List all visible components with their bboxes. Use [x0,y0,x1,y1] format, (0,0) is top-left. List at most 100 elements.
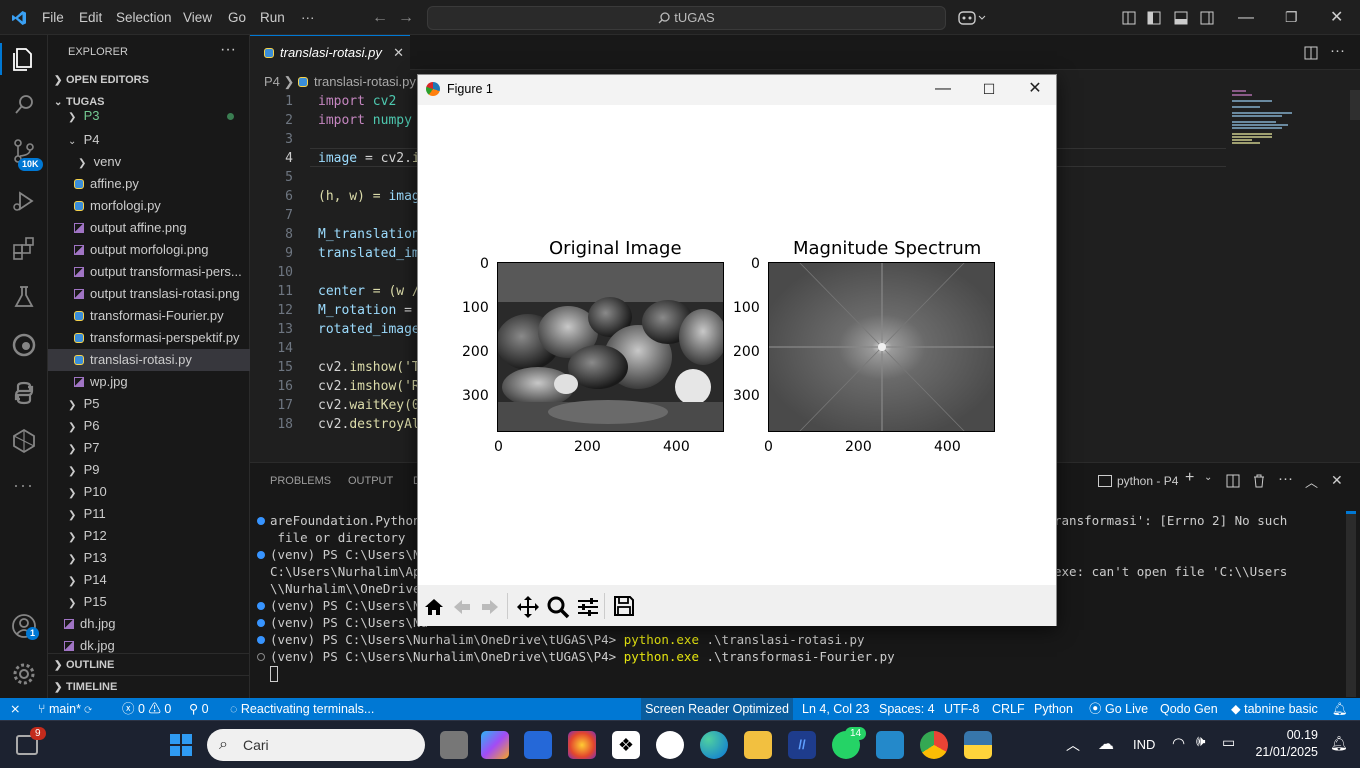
screen-reader-mode[interactable]: Screen Reader Optimized [641,698,793,720]
forward-icon[interactable] [480,597,500,617]
edge-icon[interactable] [700,731,728,759]
tree-item-p4[interactable]: ⌄ P4 [48,129,250,151]
battery-icon[interactable]: ▭ [1222,734,1235,751]
qodo-gen[interactable]: Qodo Gen [1160,698,1218,720]
save-icon[interactable] [613,595,635,617]
chrome-icon[interactable] [920,731,948,759]
language-indicator[interactable]: IND [1133,737,1155,752]
maximize-panel-icon[interactable]: ︿ [1305,472,1318,491]
trash-icon[interactable] [1252,474,1266,488]
open-editors-header[interactable]: ❯ OPEN EDITORS [48,69,250,91]
close-panel-icon[interactable]: ✕ [1331,472,1343,489]
tree-item-wp-jpg[interactable]: wp.jpg [48,371,250,393]
customize-layout-icon[interactable] [1122,11,1136,25]
edge-devtools-icon[interactable] [8,329,40,361]
home-icon[interactable] [424,597,444,617]
configure-subplots-icon[interactable] [576,595,600,619]
menu-view[interactable]: View [183,0,212,35]
tree-item-transformasi-fourier[interactable]: transformasi-Fourier.py [48,305,250,327]
menu-edit[interactable]: Edit [79,0,102,35]
tree-item-p10[interactable]: ❯ P10 [48,481,250,503]
explorer-more-icon[interactable]: ··· [220,41,236,59]
tree-item-p11[interactable]: ❯ P11 [48,503,250,525]
soccer-app-icon[interactable] [656,731,684,759]
copilot-app-icon[interactable] [481,731,509,759]
panel-more-icon[interactable]: ··· [1278,470,1293,487]
tree-item-output-transformasi[interactable]: output transformasi-pers... [48,261,250,283]
copilot-icon[interactable] [958,10,988,26]
new-terminal-icon[interactable]: + [1185,469,1194,487]
firefox-icon[interactable] [568,731,596,759]
zoom-icon[interactable] [546,595,570,619]
figure-maximize-button[interactable]: ☐ [966,75,1012,103]
split-terminal-icon[interactable] [1226,474,1240,488]
tab-problems[interactable]: PROBLEMS [270,463,331,499]
outline-header[interactable]: ❯ OUTLINE [48,653,250,675]
figure-minimize-button[interactable]: — [920,75,966,103]
menu-more[interactable]: ··· [301,0,315,35]
branch-indicator[interactable]: ⑂ main* ⟳ [38,698,92,720]
timeline-header[interactable]: ❯ TIMELINE [48,675,250,697]
tree-item-p12[interactable]: ❯ P12 [48,525,250,547]
menu-file[interactable]: File [42,0,64,35]
app-icon[interactable]: // [788,731,816,759]
menu-go[interactable]: Go [228,0,246,35]
search-icon[interactable] [8,89,40,121]
testing-icon[interactable] [8,281,40,313]
command-center-search[interactable]: tUGAS [427,6,946,30]
notification-bell-icon[interactable]: 🔔︎ [1330,735,1348,752]
editor-scrollbar[interactable] [1350,90,1360,120]
network-tray-icon[interactable]: ☁ [1098,734,1114,754]
windows-start-icon[interactable] [169,733,193,757]
indentation[interactable]: Spaces: 4 [879,698,935,720]
chevron-up-icon[interactable]: ︿ [1066,735,1080,755]
remote-explorer-icon[interactable] [8,425,40,457]
toggle-sidebar-icon[interactable] [1147,11,1161,25]
wifi-icon[interactable]: ◠ [1172,734,1185,752]
vscode-taskbar-icon[interactable] [876,731,904,759]
extensions-icon[interactable] [8,233,40,265]
encoding[interactable]: UTF-8 [944,698,979,720]
back-icon[interactable] [452,597,472,617]
clock-date[interactable]: 21/01/2025 [1248,745,1318,759]
minimap[interactable] [1230,90,1310,150]
tree-item-affine-py[interactable]: affine.py [48,173,250,195]
tree-item-p6[interactable]: ❯ P6 [48,415,250,437]
clock-time[interactable]: 00.19 [1258,728,1318,742]
problems-indicator[interactable]: ⓧ 0 ⚠ 0 [122,698,171,720]
settings-gear-icon[interactable] [8,658,40,690]
menu-run[interactable]: Run [260,0,285,35]
close-button[interactable]: ✕ [1330,0,1343,35]
tree-item-output-affine[interactable]: output affine.png [48,217,250,239]
task-view-icon[interactable] [440,731,468,759]
store-icon[interactable] [524,731,552,759]
run-debug-icon[interactable] [8,185,40,217]
toggle-panel-icon[interactable] [1174,11,1188,25]
toggle-secondary-sidebar-icon[interactable] [1200,11,1214,25]
minimize-button[interactable]: — [1238,0,1254,35]
menu-selection[interactable]: Selection [116,0,172,35]
breadcrumb-folder[interactable]: P4 [264,74,280,89]
python-taskbar-icon[interactable] [964,731,992,759]
tab-translasi-rotasi[interactable]: translasi-rotasi.py ✕ [250,35,410,70]
tree-item-p9[interactable]: ❯ P9 [48,459,250,481]
pan-icon[interactable] [516,595,540,619]
tree-item-transformasi-perspektif[interactable]: transformasi-perspektif.py [48,327,250,349]
cursor-position[interactable]: Ln 4, Col 23 [802,698,869,720]
tabnine-status[interactable]: ◆ tabnine basic [1231,698,1318,720]
tree-item-p3[interactable]: ❯ P3 [48,109,250,127]
more-actions-icon[interactable]: ··· [1330,42,1345,59]
more-views-icon[interactable]: ··· [13,475,34,496]
notifications-bell-icon[interactable]: 🔔︎ [1332,698,1348,720]
tree-item-output-translasi[interactable]: output translasi-rotasi.png [48,283,250,305]
back-arrow-icon[interactable]: ← [372,0,388,35]
ports-indicator[interactable]: ⚲ 0 [189,698,209,720]
restore-button[interactable]: ❐ [1285,0,1298,35]
tree-item-p7[interactable]: ❯ P7 [48,437,250,459]
tree-item-p14[interactable]: ❯ P14 [48,569,250,591]
language-mode[interactable]: Python [1034,698,1073,720]
remote-indicator-icon[interactable]: ⨯ [10,698,20,720]
forward-arrow-icon[interactable]: → [398,0,414,35]
close-tab-icon[interactable]: ✕ [393,36,404,70]
line-endings[interactable]: CRLF [992,698,1025,720]
